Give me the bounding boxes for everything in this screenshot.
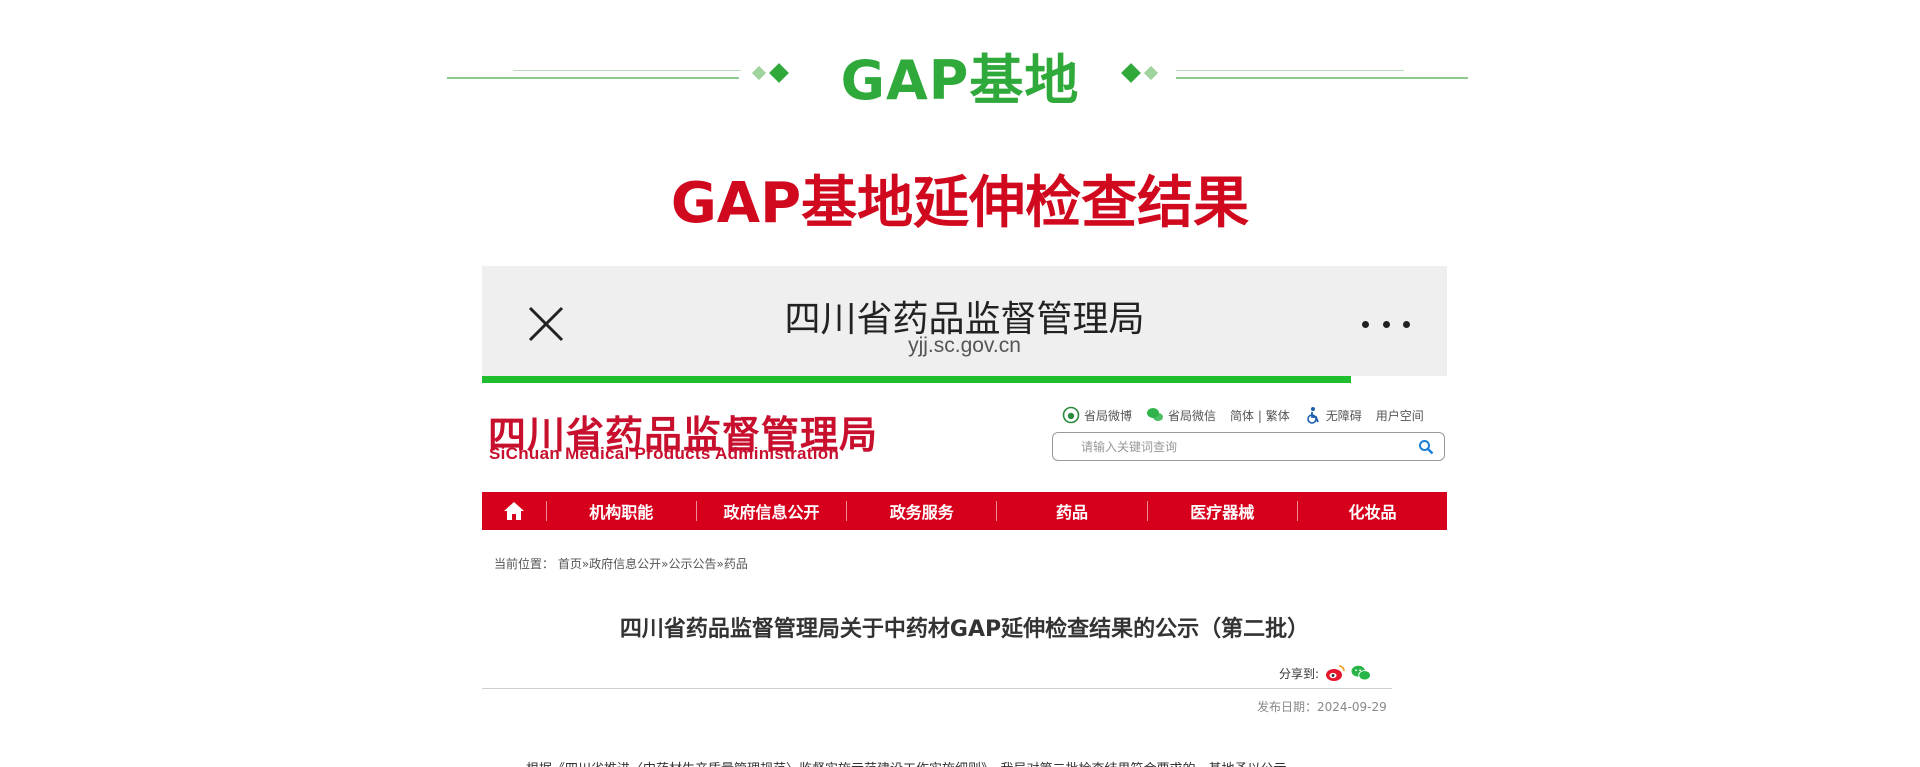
top-link-accessibility[interactable]: 无障碍	[1304, 406, 1362, 424]
subtitle: GAP基地延伸检查结果	[670, 171, 1250, 236]
browser-title-bar: 四川省药品监督管理局 yjj.sc.gov.cn	[482, 266, 1447, 376]
wechat-share-icon[interactable]	[1351, 664, 1372, 682]
top-link-user-space[interactable]: 用户空间	[1376, 407, 1424, 424]
nav-home[interactable]	[482, 492, 546, 530]
search-icon[interactable]	[1418, 439, 1434, 455]
publish-date: 发布日期：2024-09-29	[1257, 700, 1387, 714]
article-title: 四川省药品监督管理局关于中药材GAP延伸检查结果的公示（第二批）	[619, 617, 1310, 642]
diamond-icon	[1121, 63, 1141, 83]
top-link-weibo[interactable]: 省局微博	[1062, 406, 1132, 424]
search-input[interactable]	[1081, 437, 1401, 457]
more-dot-icon	[1403, 320, 1410, 328]
top-link-label: 省局微信	[1168, 408, 1217, 423]
site-logo-en: SiChuan Medical Products Administration	[489, 444, 840, 463]
nav-item-gov-info[interactable]: 政府信息公开	[697, 492, 846, 530]
decor-line-right-thin	[1176, 70, 1404, 71]
diamond-decoration-right	[1118, 60, 1164, 86]
more-menu-button[interactable]	[1362, 314, 1410, 334]
top-link-label: 无障碍	[1325, 408, 1362, 423]
top-link-label: 简体 | 繁体	[1230, 408, 1290, 423]
top-link-language[interactable]: 简体 | 繁体	[1230, 407, 1290, 424]
diamond-icon	[1143, 65, 1159, 81]
top-link-label: 用户空间	[1375, 408, 1424, 423]
article-body: 根据《四川省推进〈中药材生产质量管理规范〉监督实施示范建设工作实施细则》，我局对…	[526, 758, 1406, 767]
nav-item-devices[interactable]: 医疗器械	[1148, 492, 1297, 530]
main-nav: 机构职能 政府信息公开 政务服务 药品 医疗器械 化妆品	[482, 492, 1447, 530]
top-link-wechat[interactable]: 省局微信	[1146, 406, 1216, 424]
top-link-label: 省局微博	[1084, 408, 1133, 423]
load-progress-fill	[482, 376, 1351, 383]
decor-line-right	[1176, 77, 1468, 79]
load-progress-bar	[482, 376, 1447, 383]
breadcrumb[interactable]: 当前位置： 首页»政府信息公开»公示公告»药品	[494, 555, 748, 572]
website-screenshot: 四川省药品监督管理局 yjj.sc.gov.cn 四川省药品监督管理局 SiCh…	[482, 266, 1447, 767]
share-label: 分享到:	[1279, 666, 1320, 681]
top-links: 省局微博 省局微信 简体 | 繁体 无障碍 用户空间	[1062, 406, 1424, 424]
weibo-share-icon[interactable]	[1325, 664, 1345, 682]
site-search	[1052, 432, 1445, 461]
weibo-icon	[1062, 406, 1080, 424]
nav-item-functions[interactable]: 机构职能	[547, 492, 696, 530]
wechat-icon	[1146, 406, 1164, 424]
more-dot-icon	[1382, 320, 1390, 328]
home-icon	[503, 502, 524, 520]
divider	[482, 688, 1392, 689]
nav-item-drugs[interactable]: 药品	[997, 492, 1146, 530]
section-title: GAP基地	[840, 49, 1080, 112]
more-dot-icon	[1362, 320, 1369, 328]
nav-item-cosmetics[interactable]: 化妆品	[1298, 492, 1447, 530]
accessibility-icon	[1304, 406, 1322, 424]
browser-url: yjj.sc.gov.cn	[908, 334, 1021, 357]
section-heading: GAP基地	[0, 0, 1920, 130]
share-bar: 分享到:	[1279, 664, 1372, 682]
nav-item-services[interactable]: 政务服务	[847, 492, 996, 530]
